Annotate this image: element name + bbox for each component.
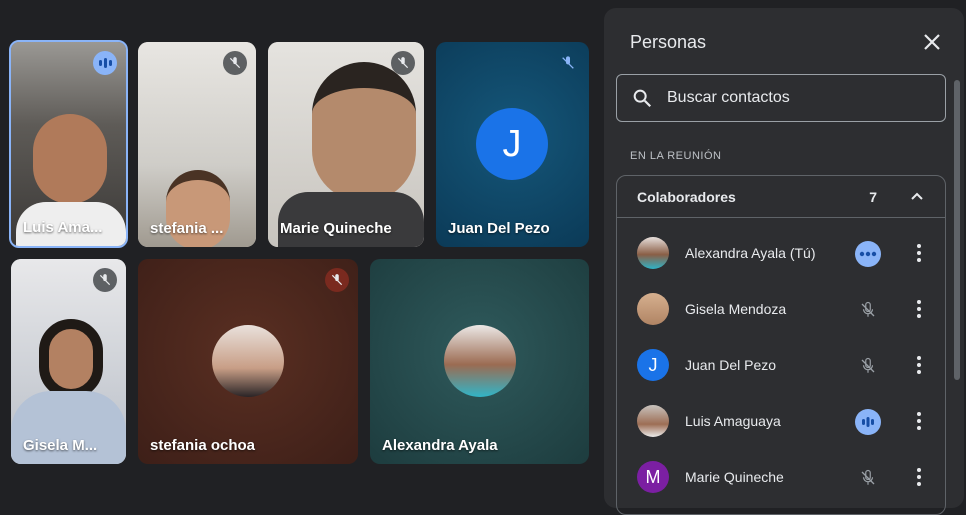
- video-tile-stefania-ochoa[interactable]: stefania ochoa: [138, 259, 358, 464]
- tile-name: Marie Quineche: [280, 220, 392, 237]
- muted-mic-icon: [556, 51, 580, 75]
- participant-name: Marie Quineche: [685, 469, 784, 485]
- avatar-initial: J: [502, 122, 522, 165]
- participant-row[interactable]: Gisela Mendoza: [617, 281, 945, 337]
- participant-head: [312, 62, 416, 202]
- more-options-icon[interactable]: [911, 409, 927, 433]
- video-tile-alexandra[interactable]: Alexandra Ayala: [370, 259, 589, 464]
- participant-avatar: [637, 293, 669, 325]
- participant-avatar: J: [637, 349, 669, 381]
- muted-mic-icon: [223, 51, 247, 75]
- muted-mic-icon: [855, 297, 881, 323]
- participant-head: [39, 319, 103, 399]
- participant-avatar: M: [637, 461, 669, 493]
- juan-avatar: J: [476, 108, 548, 180]
- participant-row[interactable]: Alexandra Ayala (Tú): [617, 225, 945, 281]
- tile-name: Gisela M...: [23, 437, 98, 454]
- scrollbar[interactable]: [954, 80, 960, 380]
- tile-name: Luis Ama...: [23, 219, 103, 236]
- video-tile-juan[interactable]: J Juan Del Pezo: [436, 42, 589, 247]
- video-tile-stefania[interactable]: stefania ...: [138, 42, 256, 247]
- tile-name: stefania ochoa: [150, 437, 256, 454]
- more-options-icon[interactable]: [911, 297, 927, 321]
- participant-row[interactable]: J Juan Del Pezo: [617, 337, 945, 393]
- video-tile-gisela[interactable]: Gisela M...: [11, 259, 126, 464]
- participant-avatar: [637, 405, 669, 437]
- more-options-icon[interactable]: [911, 353, 927, 377]
- muted-mic-icon: [325, 268, 349, 292]
- muted-mic-icon: [855, 465, 881, 491]
- search-input[interactable]: [667, 85, 927, 111]
- participant-name: Luis Amaguaya: [685, 413, 781, 429]
- search-icon: [631, 87, 653, 114]
- avatar-initial: M: [645, 466, 661, 487]
- group-title: Colaboradores: [637, 189, 736, 205]
- chevron-up-icon[interactable]: [909, 188, 925, 209]
- tile-name: Alexandra Ayala: [382, 437, 498, 454]
- muted-mic-icon: [93, 268, 117, 292]
- video-tile-luis[interactable]: Luis Ama...: [9, 40, 128, 248]
- participant-name: Gisela Mendoza: [685, 301, 787, 317]
- speaking-indicator: [93, 51, 117, 75]
- participant-row[interactable]: M Marie Quineche: [617, 449, 945, 505]
- more-options-icon[interactable]: [911, 465, 927, 489]
- more-status-icon: [855, 241, 881, 267]
- participant-head: [33, 114, 107, 204]
- people-panel: Personas EN LA REUNIÓN Colaboradores 7 A…: [604, 8, 964, 515]
- participant-name: Alexandra Ayala (Tú): [685, 245, 816, 261]
- avatar-initial: J: [648, 354, 658, 375]
- speaking-indicator-icon: [855, 409, 881, 435]
- tile-name: Juan Del Pezo: [448, 220, 550, 237]
- video-grid: Luis Ama... stefania ... Marie Quineche …: [0, 0, 600, 493]
- participant-avatar: [637, 237, 669, 269]
- more-options-icon[interactable]: [911, 241, 927, 265]
- collaborators-group: Colaboradores 7 Alexandra Ayala (Tú) Gis…: [616, 175, 946, 515]
- search-box[interactable]: [616, 74, 946, 122]
- stefania-photo: [212, 325, 284, 397]
- tile-name: stefania ...: [150, 220, 224, 237]
- group-header[interactable]: Colaboradores 7: [617, 176, 945, 218]
- close-icon[interactable]: [920, 30, 944, 54]
- group-count: 7: [869, 189, 877, 205]
- video-tile-marie[interactable]: Marie Quineche: [268, 42, 424, 247]
- section-label: EN LA REUNIÓN: [630, 150, 722, 162]
- muted-mic-icon: [391, 51, 415, 75]
- alexandra-photo: [444, 325, 516, 397]
- participant-name: Juan Del Pezo: [685, 357, 777, 373]
- muted-mic-icon: [855, 353, 881, 379]
- panel-title: Personas: [630, 32, 707, 52]
- participant-row[interactable]: Luis Amaguaya: [617, 393, 945, 449]
